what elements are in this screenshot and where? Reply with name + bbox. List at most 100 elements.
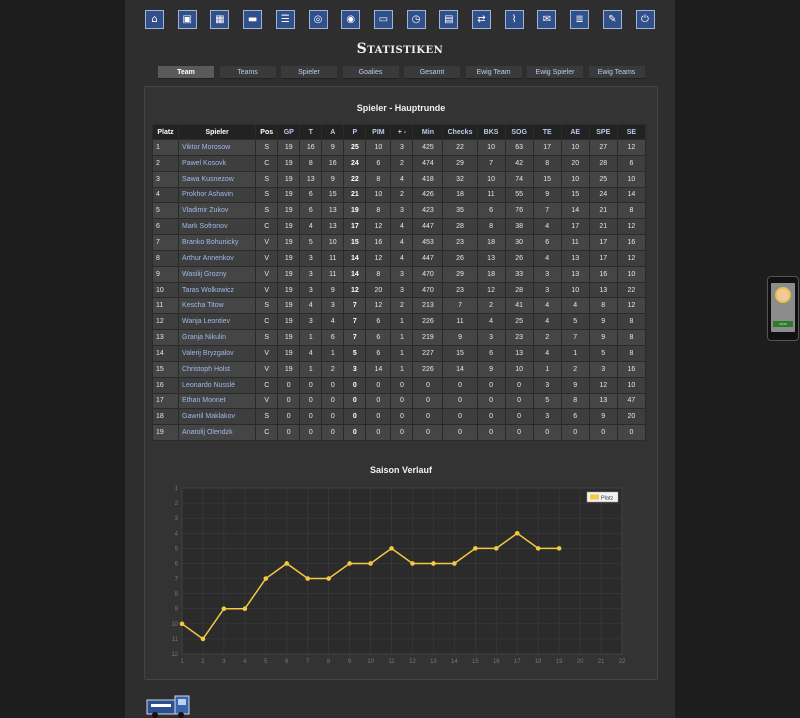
column-header[interactable]: PIM: [365, 124, 392, 140]
player-name-link[interactable]: Gawriil Maklakov: [178, 408, 257, 426]
column-header[interactable]: Spieler: [178, 124, 257, 140]
chat-icon[interactable]: ✎: [602, 10, 622, 29]
table-cell: 19: [343, 202, 367, 220]
player-name-link[interactable]: Arthur Annenkov: [178, 249, 257, 267]
player-name-link[interactable]: Pawel Kosovk: [178, 154, 257, 172]
player-name-link[interactable]: Taras Wolkowicz: [178, 281, 257, 299]
player-name-link[interactable]: Vladimir Zukov: [178, 202, 257, 220]
column-header[interactable]: SPE: [588, 124, 618, 140]
player-name-link[interactable]: Branko Bohunicky: [178, 234, 257, 251]
table-cell: 470: [412, 265, 444, 283]
table-row: 12 Wanja Leontiev C 19 3 4 7 6 1 226 11 4 25 4 5 9 8: [151, 313, 647, 331]
team-icon[interactable]: ▣: [177, 10, 197, 29]
table-cell: 13: [560, 265, 590, 283]
player-name-link[interactable]: Kescha Titow: [178, 297, 257, 315]
chat-phone-widget[interactable]: CHAT: [767, 276, 799, 341]
table-cell: 0: [412, 376, 444, 394]
column-header[interactable]: P: [343, 124, 367, 140]
player-name-link[interactable]: Prokhor Ashavin: [178, 186, 257, 204]
mail-icon[interactable]: ✉: [537, 10, 557, 29]
list-icon[interactable]: ☰: [275, 10, 295, 29]
table-cell: 0: [504, 408, 534, 426]
office-icon[interactable]: ▤: [439, 10, 459, 29]
column-header[interactable]: SE: [616, 124, 647, 140]
table-cell: 2: [560, 360, 590, 378]
table-cell: 1: [390, 313, 414, 331]
column-header[interactable]: Checks: [442, 124, 478, 140]
transfer-icon[interactable]: ⇄: [472, 10, 491, 29]
table-cell: 19: [277, 234, 301, 251]
table-cell: 1: [390, 329, 414, 346]
table-cell: 3: [390, 202, 414, 220]
chat-button[interactable]: CHAT: [773, 321, 793, 327]
table-cell: 4: [390, 234, 414, 251]
clock-icon[interactable]: ◷: [406, 10, 426, 29]
table-cell: 0: [365, 376, 392, 394]
tab-team[interactable]: Team: [158, 66, 214, 79]
column-header[interactable]: A: [321, 124, 345, 140]
table-cell: 4: [321, 313, 345, 331]
table-cell: 0: [365, 424, 392, 442]
tab-teams[interactable]: Teams: [219, 66, 276, 79]
x-tick-label: 17: [514, 659, 521, 665]
table-cell: 17: [588, 234, 618, 251]
column-header[interactable]: Platz: [151, 124, 180, 140]
column-header[interactable]: AE: [560, 124, 590, 140]
player-name-link[interactable]: Wasilij Grozny: [178, 265, 257, 283]
table-cell: 18: [476, 234, 506, 251]
table-cell: 11: [476, 186, 506, 204]
y-tick-label: 5: [175, 546, 179, 552]
table-cell: 12: [365, 297, 392, 315]
column-header[interactable]: T: [299, 124, 323, 140]
player-name-link[interactable]: Sawa Kusnezow: [178, 170, 257, 188]
column-header[interactable]: Pos: [255, 124, 279, 140]
table-cell: 26: [504, 249, 534, 267]
player-name-link[interactable]: Valerij Bryzgalov: [178, 344, 257, 362]
chart-icon[interactable]: ⌇: [504, 10, 524, 29]
y-tick-label: 10: [171, 622, 178, 628]
player-name-link[interactable]: Mark Sofronov: [178, 218, 257, 236]
tab-ewig-team[interactable]: Ewig Team: [465, 66, 522, 79]
data-point: [452, 561, 457, 566]
table-cell: 418: [412, 170, 444, 188]
logout-icon[interactable]: ⏻: [635, 10, 655, 29]
player-name-link[interactable]: Granja Nikulin: [178, 329, 257, 346]
player-name-link[interactable]: Christoph Holst: [178, 360, 257, 378]
tab-gesamt[interactable]: Gesamt: [404, 66, 460, 79]
table-cell: C: [255, 424, 279, 442]
versus-icon[interactable]: ◎: [308, 10, 328, 29]
column-header[interactable]: BKS: [476, 124, 506, 140]
table-cell: 0: [343, 408, 367, 426]
x-tick-label: 19: [556, 659, 563, 665]
versus-stats-icon[interactable]: ◉: [341, 10, 361, 29]
table-row: 14 Valerij Bryzgalov V 19 4 1 5 6 1 227 15 6 13 4 1 5 8: [151, 344, 647, 362]
tab-goalies[interactable]: Goalies: [342, 66, 399, 79]
table-cell: 0: [442, 424, 478, 442]
player-name-link[interactable]: Viktor Morosow: [178, 139, 257, 156]
column-header[interactable]: SOG: [504, 124, 534, 140]
rink-icon[interactable]: ▭: [373, 10, 393, 29]
column-header[interactable]: GP: [277, 124, 301, 140]
table-cell: 7: [476, 154, 506, 172]
table-cell: 3: [321, 297, 345, 315]
tab-ewig-spieler[interactable]: Ewig Spieler: [527, 66, 583, 79]
tab-ewig-teams[interactable]: Ewig Teams: [588, 66, 645, 79]
document-icon[interactable]: ≣: [570, 10, 590, 29]
lineup-icon[interactable]: ▦: [210, 10, 230, 29]
table-cell: 11: [151, 297, 180, 315]
table-cell: 0: [321, 408, 345, 426]
player-name-link[interactable]: Wanja Leontiev: [178, 313, 257, 331]
column-header[interactable]: TE: [532, 124, 562, 140]
column-header[interactable]: + -: [390, 124, 414, 140]
player-name-link[interactable]: Ethan Monnet: [178, 392, 257, 410]
column-header[interactable]: Min: [412, 124, 444, 140]
table-cell: S: [255, 202, 279, 220]
training-icon[interactable]: ▬: [243, 10, 263, 29]
table-cell: 22: [616, 281, 647, 299]
tab-spieler[interactable]: Spieler: [281, 66, 337, 79]
home-icon[interactable]: ⌂: [145, 10, 164, 29]
player-name-link[interactable]: Leonardo Nusslé: [178, 376, 257, 394]
player-name-link[interactable]: Anatolij Olendzk: [178, 424, 257, 442]
table-cell: 14: [616, 186, 647, 204]
table-cell: 17: [560, 218, 590, 236]
